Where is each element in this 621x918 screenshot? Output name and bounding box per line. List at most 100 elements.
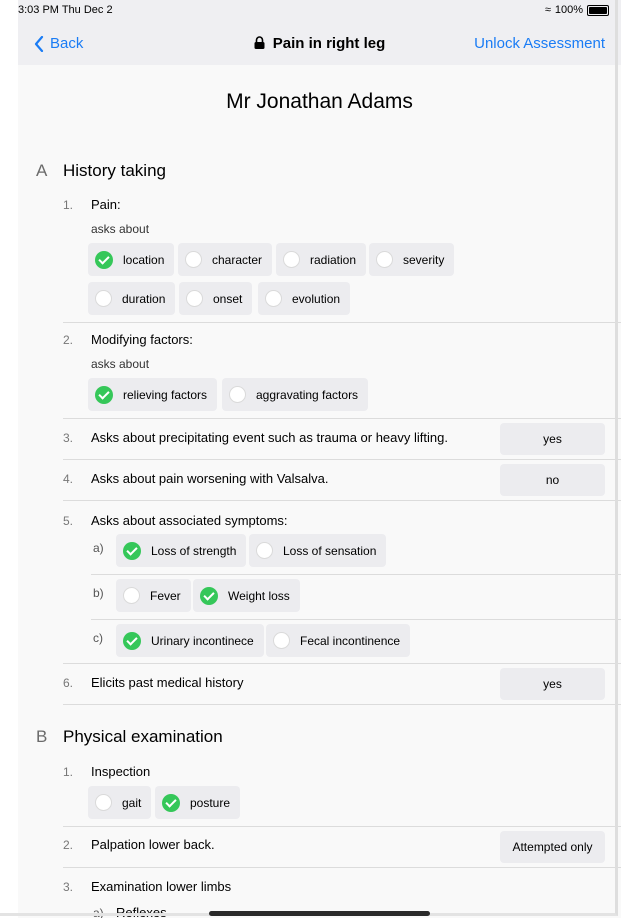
question-subtext: asks about	[91, 222, 150, 236]
radio-circle-icon	[229, 386, 246, 403]
radio-circle-icon	[376, 251, 393, 268]
item-number: 3.	[63, 880, 74, 894]
section-title-physical-exam: Physical examination	[63, 727, 223, 746]
answer-button[interactable]: yes	[500, 668, 605, 700]
sub-item-letter: a)	[93, 906, 104, 918]
chip-label: Fecal incontinence	[300, 633, 401, 648]
option-chip-evolution[interactable]: evolution	[258, 282, 351, 315]
app-window: 3:03 PM Thu Dec 2 ≈ 100% Back Pain in ri…	[0, 0, 621, 918]
option-chip-weight-loss[interactable]: Weight loss	[193, 579, 300, 612]
question-text: Modifying factors:	[91, 332, 193, 347]
divider	[63, 418, 621, 419]
item-number: 2.	[63, 333, 74, 347]
section-title-history: History taking	[63, 161, 166, 180]
sub-item-text: Reflexes	[116, 905, 167, 918]
question-text: Elicits past medical history	[91, 675, 244, 690]
option-chip-fecal-incontinence[interactable]: Fecal incontinence	[266, 624, 411, 657]
chip-label: gait	[122, 795, 142, 810]
option-chip-posture[interactable]: posture	[155, 786, 241, 819]
option-chip-severity[interactable]: severity	[369, 243, 455, 276]
option-chip-fever[interactable]: Fever	[116, 579, 191, 612]
patient-name: Mr Jonathan Adams	[226, 90, 413, 113]
radio-circle-icon	[273, 632, 290, 649]
sub-item-letter: b)	[93, 586, 104, 600]
chip-label: location	[123, 252, 165, 267]
item-number: 2.	[63, 838, 74, 852]
assessment-content: Mr Jonathan Adams A History taking 1. Pa…	[18, 65, 621, 918]
option-chip-loss-of-strength[interactable]: Loss of strength	[116, 534, 247, 567]
radio-circle-icon	[186, 290, 203, 307]
checkmark-icon	[95, 250, 113, 269]
chip-label: onset	[213, 291, 243, 306]
left-bezel	[0, 0, 18, 918]
divider	[63, 826, 621, 827]
chip-label: Fever	[150, 588, 181, 603]
chip-label: relieving factors	[123, 387, 208, 402]
section-letter-b: B	[36, 727, 48, 746]
answer-button[interactable]: Attempted only	[500, 831, 605, 863]
chip-label: Weight loss	[228, 588, 290, 603]
item-number: 5.	[63, 514, 74, 528]
navigation-bar: 3:03 PM Thu Dec 2 ≈ 100% Back Pain in ri…	[18, 0, 621, 65]
option-chip-urinary-incontinence[interactable]: Urinary incontinece	[116, 624, 264, 657]
option-chip-onset[interactable]: onset	[179, 282, 253, 315]
chip-label: radiation	[310, 252, 357, 267]
divider	[63, 867, 621, 868]
answer-button[interactable]: no	[500, 464, 605, 496]
sub-item-letter: c)	[93, 631, 103, 645]
checkmark-icon	[123, 631, 141, 650]
battery-percent: 100%	[554, 4, 583, 16]
option-chip-loss-of-sensation[interactable]: Loss of sensation	[249, 534, 387, 567]
option-chip-location[interactable]: location	[88, 243, 175, 276]
checkmark-icon	[200, 586, 218, 605]
question-text: Pain:	[91, 197, 121, 212]
chip-label: evolution	[292, 291, 341, 306]
item-number: 1.	[63, 765, 74, 779]
option-chip-duration[interactable]: duration	[88, 282, 176, 315]
divider	[91, 619, 621, 620]
divider	[63, 663, 621, 664]
chip-label: Loss of sensation	[283, 543, 377, 558]
option-chip-relieving-factors[interactable]: relieving factors	[88, 378, 218, 411]
question-text: Asks about precipitating event such as t…	[91, 430, 448, 445]
radio-circle-icon	[123, 587, 140, 604]
item-number: 3.	[63, 431, 74, 445]
item-number: 6.	[63, 676, 74, 690]
status-time-date: 3:03 PM Thu Dec 2	[18, 4, 113, 16]
page-title-text: Pain in right leg	[272, 35, 386, 52]
checkmark-icon	[123, 541, 141, 560]
answer-button[interactable]: yes	[500, 423, 605, 455]
chip-label: duration	[122, 291, 166, 306]
radio-circle-icon	[283, 251, 300, 268]
checkmark-icon	[162, 793, 180, 812]
chip-label: aggravating factors	[256, 387, 359, 402]
question-text: Palpation lower back.	[91, 837, 215, 852]
option-chip-gait[interactable]: gait	[88, 786, 152, 819]
wifi-icon: ≈	[544, 4, 551, 16]
battery-icon	[587, 4, 609, 16]
home-indicator[interactable]	[209, 911, 430, 916]
question-text: Inspection	[91, 764, 151, 779]
lock-icon	[254, 36, 265, 49]
chip-label: posture	[190, 795, 231, 810]
radio-circle-icon	[95, 794, 112, 811]
sub-item-letter: a)	[93, 541, 104, 555]
option-chip-character[interactable]: character	[178, 243, 273, 276]
radio-circle-icon	[185, 251, 202, 268]
option-chip-aggravating-factors[interactable]: aggravating factors	[222, 378, 369, 411]
radio-circle-icon	[265, 290, 282, 307]
question-text: Asks about associated symptoms:	[91, 513, 288, 528]
option-chip-radiation[interactable]: radiation	[276, 243, 367, 276]
chip-label: Loss of strength	[151, 543, 237, 558]
question-text: Examination lower limbs	[91, 879, 232, 894]
item-number: 1.	[63, 198, 74, 212]
checkmark-icon	[95, 385, 113, 404]
section-letter-a: A	[36, 161, 48, 180]
item-number: 4.	[63, 472, 74, 486]
unlock-assessment-button[interactable]: Unlock Assessment	[474, 35, 605, 52]
status-right: ≈ 100%	[545, 4, 609, 16]
question-text: Asks about pain worsening with Valsalva.	[91, 471, 329, 486]
divider	[91, 574, 621, 575]
radio-circle-icon	[95, 290, 112, 307]
divider	[63, 704, 621, 705]
